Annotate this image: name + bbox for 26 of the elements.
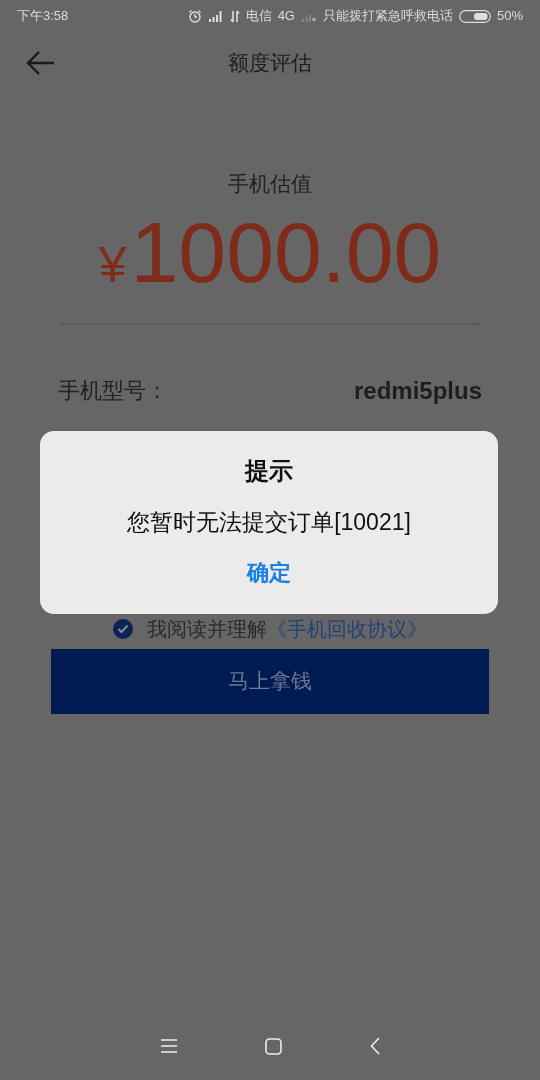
dialog-title: 提示 bbox=[245, 456, 293, 486]
menu-icon[interactable] bbox=[160, 1039, 177, 1053]
back-icon[interactable] bbox=[369, 1037, 380, 1055]
agreement-text: 我阅读并理解 bbox=[147, 616, 267, 642]
battery-percent: 50% bbox=[496, 7, 523, 26]
row-label: 手机型号： bbox=[58, 377, 168, 405]
battery-icon bbox=[458, 9, 491, 23]
home-icon[interactable] bbox=[264, 1037, 282, 1055]
valuation-label: 手机估值 bbox=[228, 171, 312, 197]
agreement-link[interactable]: 《手机回收协议》 bbox=[267, 613, 427, 644]
check-icon bbox=[117, 623, 129, 634]
agree-checkbox[interactable] bbox=[113, 618, 133, 639]
row-value: redmi5plus bbox=[353, 375, 482, 406]
confirm-button[interactable]: 确定 bbox=[237, 555, 301, 589]
status-notice: 只能拨打紧急呼救电话 bbox=[322, 7, 453, 26]
valuation-amount: 1000.00 bbox=[130, 202, 442, 302]
status-time: 下午3:58 bbox=[17, 7, 69, 26]
data-arrows-icon bbox=[229, 9, 240, 23]
dialog-message: 您暂时无法提交订单[10021] bbox=[127, 508, 411, 537]
signal-icon bbox=[207, 10, 224, 22]
network-type: 4G bbox=[277, 7, 295, 26]
alarm-icon bbox=[187, 9, 202, 23]
currency-symbol: ¥ bbox=[98, 235, 127, 295]
carrier-name: 电信 bbox=[245, 7, 272, 26]
page-title: 额度评估 bbox=[228, 50, 312, 77]
submit-button[interactable]: 马上拿钱 bbox=[51, 648, 489, 714]
